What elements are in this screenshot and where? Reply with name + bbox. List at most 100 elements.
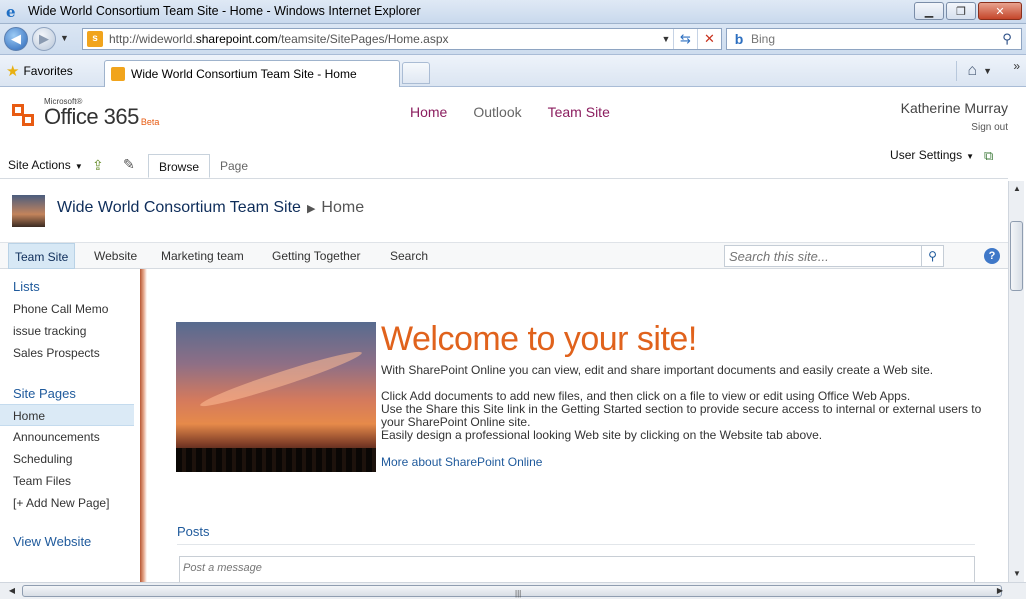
refresh-icon[interactable]: ⇆ [673,29,697,49]
site-pages-header[interactable]: Site Pages [0,386,140,401]
bing-search-input[interactable] [751,32,993,46]
tab-page[interactable]: Page [210,154,258,178]
url-host: sharepoint.com [195,32,278,46]
view-website-link[interactable]: View Website [0,534,140,549]
scroll-right-icon[interactable]: ▶ [992,583,1008,599]
vertical-scroll-thumb[interactable] [1010,221,1023,291]
address-toolbar: ◀ ▶ ▼ s http://wideworld.sharepoint.com/… [0,24,1026,55]
forward-button[interactable]: ▶ [32,27,56,51]
lists-header[interactable]: Lists [0,279,140,294]
breadcrumb-site[interactable]: Wide World Consortium Team Site [57,199,301,216]
back-arrow-icon: ◀ [11,31,21,46]
list-item[interactable]: issue tracking [0,320,140,342]
window-controls: ▁ ❐ ✕ [914,2,1022,20]
address-bar[interactable]: s http://wideworld.sharepoint.com/teamsi… [82,28,722,50]
topnav-getting-together[interactable]: Getting Together [266,243,367,269]
welcome-heading: Welcome to your site! [381,320,697,358]
instruction-line: Easily design a professional looking Web… [381,428,823,442]
search-icon[interactable]: ⚲ [921,246,943,266]
site-actions-label: Site Actions [8,158,71,172]
vertical-scrollbar[interactable]: ▲ ▼ [1008,181,1024,582]
edit-page-icon[interactable]: ✎ [123,156,139,172]
left-accent-bar [140,269,147,582]
tab-title: Wide World Consortium Team Site - Home [131,67,357,81]
window-title: Wide World Consortium Team Site - Home -… [28,4,421,18]
home-dropdown-icon[interactable]: ▼ [983,66,992,76]
instruction-line: Use the Share this Site link in the Gett… [381,402,982,429]
sharing-icon[interactable]: ⧉ [984,148,1000,164]
site-logo[interactable] [12,195,45,227]
nav-outlook[interactable]: Outlook [473,104,521,120]
nav-team-site[interactable]: Team Site [548,104,610,120]
address-url[interactable]: http://wideworld.sharepoint.com/teamsite… [109,32,659,46]
site-actions-menu[interactable]: Site Actions ▼ [8,158,83,172]
topnav-search[interactable]: Search [384,243,434,269]
more-about-sharepoint-link[interactable]: More about SharePoint Online [381,455,542,469]
list-item[interactable]: Phone Call Memo [0,298,140,320]
caret-down-icon: ▼ [966,152,974,161]
scroll-left-icon[interactable]: ◀ [4,583,20,599]
search-icon[interactable]: ⚲ [993,31,1021,47]
new-tab-button[interactable] [402,62,430,84]
chevron-more-icon[interactable]: » [1013,59,1020,73]
favorites-label: Favorites [23,64,73,78]
star-icon: ★ [6,63,20,80]
address-dropdown-icon[interactable]: ▼ [659,34,673,44]
topnav-website[interactable]: Website [88,243,143,269]
quick-launch: Lists Phone Call Memo issue tracking Sal… [0,269,140,582]
tab-favicon-icon [111,67,125,81]
horizontal-scroll-thumb[interactable]: ||| [22,585,1002,598]
internet-explorer-icon: e [6,3,16,21]
restore-button[interactable]: ❐ [946,2,976,20]
page-item[interactable]: Scheduling [0,448,140,470]
add-new-page-link[interactable]: [+ Add New Page] [0,492,140,514]
site-top-nav: Team Site Website Marketing team Getting… [0,242,1008,269]
user-settings-menu[interactable]: User Settings ▼ [890,148,974,162]
back-button[interactable]: ◀ [4,27,28,51]
help-icon[interactable]: ? [984,248,1000,264]
horizontal-scrollbar[interactable]: ◀ ||| ▶ [0,582,1026,599]
home-icon[interactable]: ⌂ [967,62,977,80]
site-search-input[interactable] [725,248,921,264]
posts-header[interactable]: Posts [177,524,210,539]
tab-browse[interactable]: Browse [148,154,211,178]
forward-arrow-icon: ▶ [39,31,49,46]
favorites-bar: ★ Favorites Wide World Consortium Team S… [0,55,1026,87]
user-name[interactable]: Katherine Murray [901,100,1008,116]
photo-treeline [176,448,376,472]
brand-office365: Office 365 [44,104,139,129]
office365-logo[interactable]: Microsoft® Office 365 Beta [12,97,159,130]
scroll-down-icon[interactable]: ▼ [1009,566,1025,582]
recent-pages-dropdown-icon[interactable]: ▼ [60,33,69,43]
welcome-instructions: Click Add documents to add new files, an… [381,390,991,442]
sunset-photo [176,322,376,472]
office-logo-icon [12,100,40,130]
close-button[interactable]: ✕ [978,2,1022,20]
minimize-button[interactable]: ▁ [914,2,944,20]
bing-search-box[interactable]: b ⚲ [726,28,1022,50]
breadcrumb-current: Home [321,199,365,216]
post-message-input[interactable] [183,562,971,574]
topnav-marketing-team[interactable]: Marketing team [155,243,250,269]
user-box: Katherine Murray Sign out [901,100,1008,133]
page-item[interactable]: Announcements [0,426,140,448]
photo-cloud [197,346,365,412]
page-item-selected[interactable]: Home [0,404,134,426]
office365-nav: Home Outlook Team Site [410,104,610,120]
page-item[interactable]: Team Files [0,470,140,492]
favorites-button[interactable]: ★ Favorites [6,62,73,80]
sign-out-link[interactable]: Sign out [901,122,1008,133]
breadcrumb: Wide World Consortium Team Site ▶ Home [57,199,364,217]
ribbon-row: Site Actions ▼ ⇪ ✎ Browse Page [0,152,1008,178]
scroll-up-icon[interactable]: ▲ [1009,181,1025,197]
caret-down-icon: ▼ [72,162,83,171]
command-bar: ⌂ ▼ [956,61,992,81]
navigate-up-icon[interactable]: ⇪ [92,157,108,173]
breadcrumb-separator-icon: ▶ [306,203,316,215]
stop-icon[interactable]: ✕ [697,29,721,49]
nav-home[interactable]: Home [410,104,447,120]
browser-tab-active[interactable]: Wide World Consortium Team Site - Home [104,60,400,87]
topnav-team-site[interactable]: Team Site [8,243,76,269]
user-settings-label: User Settings [890,148,963,162]
list-item[interactable]: Sales Prospects [0,342,140,364]
